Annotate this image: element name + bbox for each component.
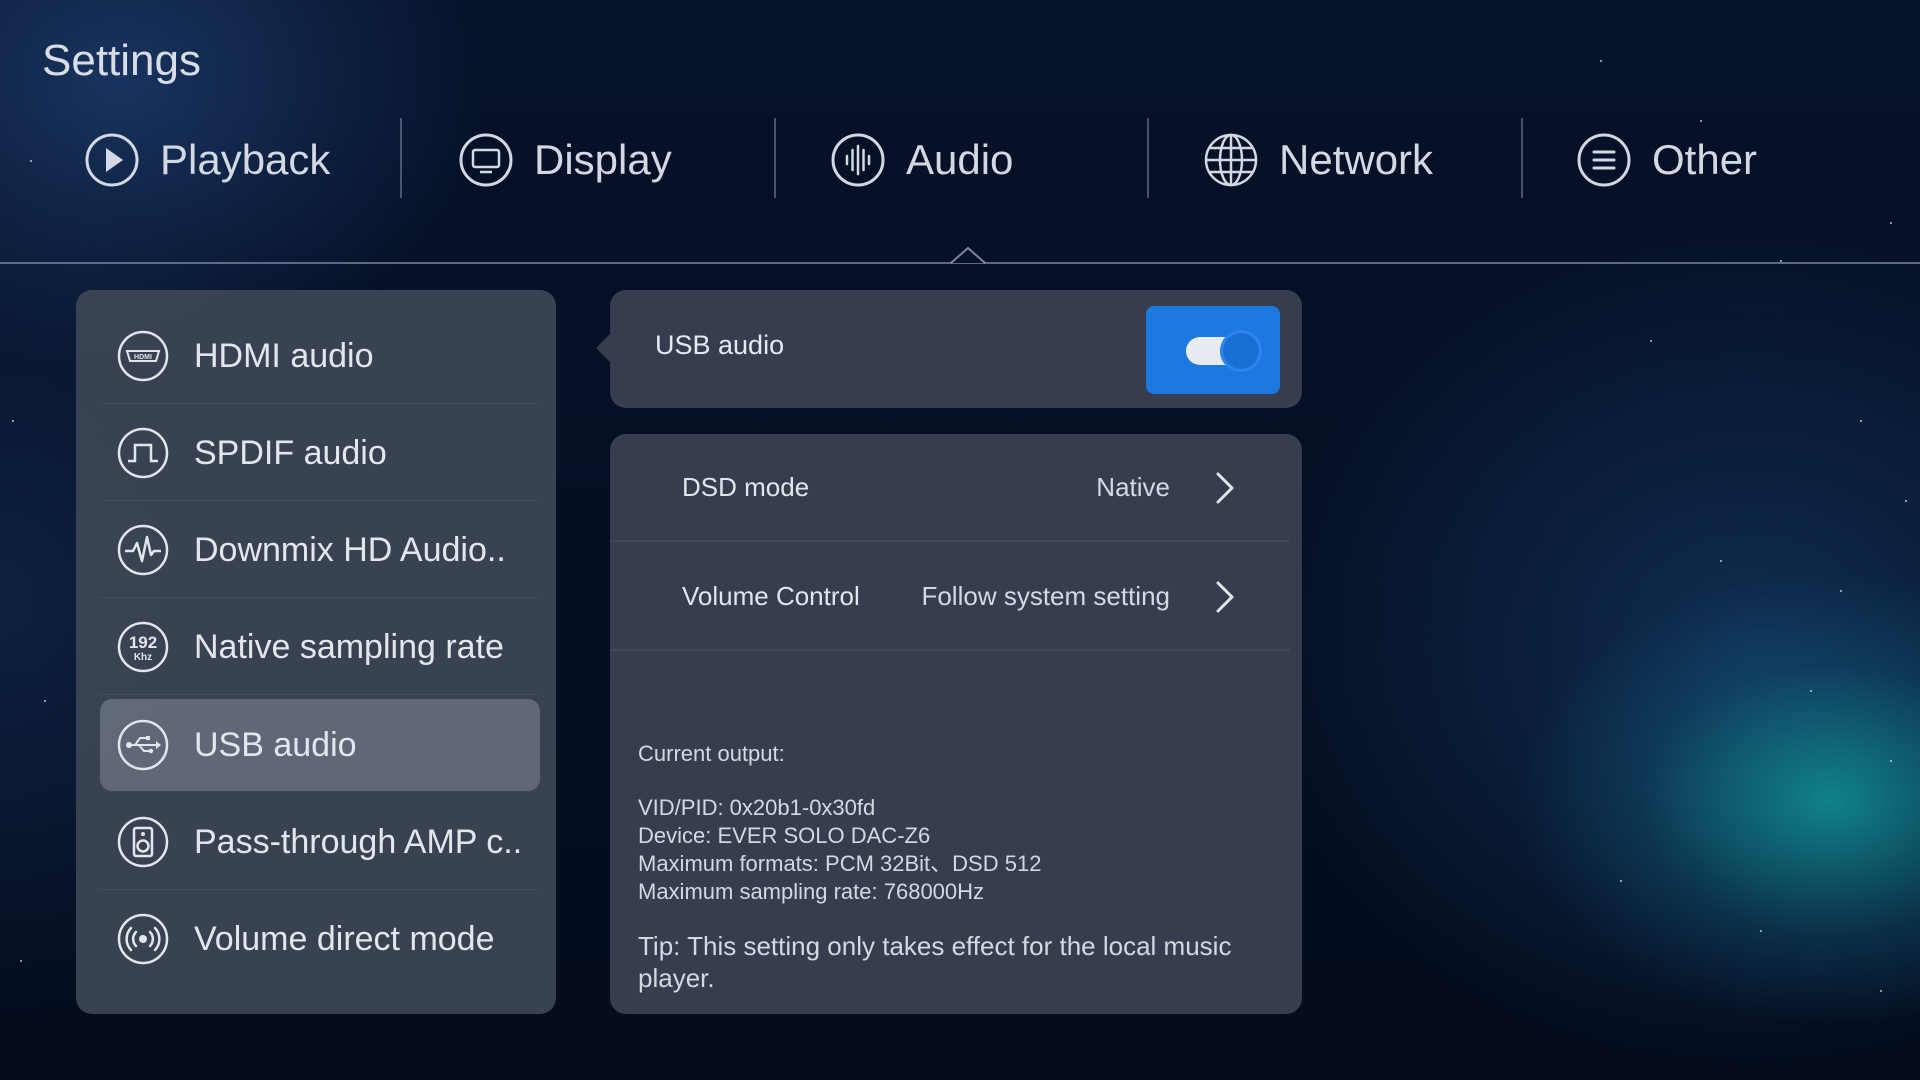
sidebar-item-label: SPDIF audio — [194, 433, 387, 472]
max-sampling-rate-text: Maximum sampling rate: 768000Hz — [638, 879, 985, 904]
tab-divider — [400, 118, 402, 198]
tab-divider — [1147, 118, 1149, 198]
sidebar-item-label: Downmix HD Audio.. — [194, 530, 506, 569]
chevron-right-icon — [1216, 472, 1234, 504]
broadcast-icon — [117, 913, 169, 965]
192khz-icon: 192 Khz — [117, 621, 169, 673]
dsd-mode-value: Native — [1096, 472, 1170, 502]
dsd-mode-row[interactable]: DSD mode Native — [610, 434, 1302, 542]
monitor-icon — [459, 133, 513, 187]
row-separator — [100, 889, 538, 890]
usb-audio-settings-card: DSD mode Native Volume Control Follow sy… — [610, 434, 1302, 1014]
row-separator — [610, 540, 1290, 542]
sidebar-item-label: Pass-through AMP c.. — [194, 822, 523, 861]
tab-divider — [1521, 118, 1523, 198]
sidebar-item-hdmi-audio[interactable]: HDMI HDMI audio — [100, 310, 556, 404]
toggle-knob — [1220, 330, 1262, 372]
row-separator — [100, 403, 538, 404]
volume-control-row[interactable]: Volume Control Follow system setting — [610, 543, 1302, 651]
tab-label: Display — [534, 136, 672, 183]
category-tabs: Playback Display Audio Network Other — [0, 118, 1920, 202]
usb-audio-toggle[interactable] — [1146, 306, 1280, 394]
usb-audio-card: USB audio — [596, 290, 1302, 408]
tab-other[interactable]: Other — [1576, 118, 1757, 202]
audio-waveform-icon — [831, 133, 885, 187]
row-separator — [100, 597, 538, 598]
sidebar-item-label: HDMI audio — [194, 336, 374, 375]
max-formats-text: Maximum formats: PCM 32Bit、DSD 512 — [638, 851, 1042, 876]
tip-text: Tip: This setting only takes effect for … — [638, 931, 1232, 993]
audio-submenu: HDMI HDMI audio SPDIF audio Downmix HD A… — [76, 290, 556, 1014]
device-text: Device: EVER SOLO DAC-Z6 — [638, 823, 931, 848]
svg-text:HDMI: HDMI — [134, 354, 152, 361]
globe-icon — [1204, 133, 1258, 187]
tab-divider — [774, 118, 776, 198]
tab-display[interactable]: Display — [458, 118, 672, 202]
volume-control-value: Follow system setting — [921, 581, 1170, 611]
active-tab-caret — [950, 246, 986, 264]
speaker-icon — [117, 816, 169, 868]
current-output-heading: Current output: — [638, 741, 785, 766]
usb-icon — [117, 719, 169, 771]
usb-audio-label: USB audio — [655, 330, 785, 360]
row-separator — [610, 649, 1290, 651]
sidebar-item-native-sampling-rate[interactable]: 192 Khz Native sampling rate — [100, 601, 556, 695]
sidebar-item-pass-through-amp[interactable]: Pass-through AMP c.. — [100, 796, 556, 890]
tab-label: Other — [1652, 136, 1758, 183]
page-title: Settings — [42, 36, 201, 85]
tab-label: Audio — [906, 136, 1014, 183]
menu-lines-icon — [1577, 133, 1631, 187]
hdmi-icon: HDMI — [117, 330, 169, 382]
current-output-info: Current output: VID/PID: 0x20b1-0x30fd D… — [638, 740, 1041, 906]
sidebar-item-label: Volume direct mode — [194, 919, 495, 958]
tab-label: Playback — [160, 136, 331, 183]
sidebar-item-volume-direct-mode[interactable]: Volume direct mode — [100, 893, 556, 985]
sidebar-item-label: USB audio — [194, 725, 357, 764]
svg-text:Khz: Khz — [134, 652, 152, 663]
sidebar-item-spdif-audio[interactable]: SPDIF audio — [100, 407, 556, 501]
volume-control-label: Volume Control — [682, 581, 860, 611]
chevron-right-icon — [1216, 581, 1234, 613]
sidebar-item-downmix-hd-audio[interactable]: Downmix HD Audio.. — [100, 504, 556, 598]
card-pointer — [596, 334, 610, 362]
tab-network[interactable]: Network — [1203, 118, 1433, 202]
dsd-mode-label: DSD mode — [682, 472, 810, 502]
spdif-icon — [117, 427, 169, 479]
tab-label: Network — [1279, 136, 1434, 183]
vid-pid-text: VID/PID: 0x20b1-0x30fd — [638, 795, 876, 820]
svg-text:192: 192 — [129, 633, 157, 652]
tab-playback[interactable]: Playback — [84, 118, 330, 202]
row-separator — [100, 500, 538, 501]
sidebar-item-usb-audio[interactable]: USB audio — [100, 699, 540, 791]
sidebar-item-label: Native sampling rate — [194, 627, 504, 666]
tab-audio[interactable]: Audio — [830, 118, 1013, 202]
pulse-icon — [117, 524, 169, 576]
play-circle-icon — [85, 133, 139, 187]
row-separator — [100, 694, 538, 695]
